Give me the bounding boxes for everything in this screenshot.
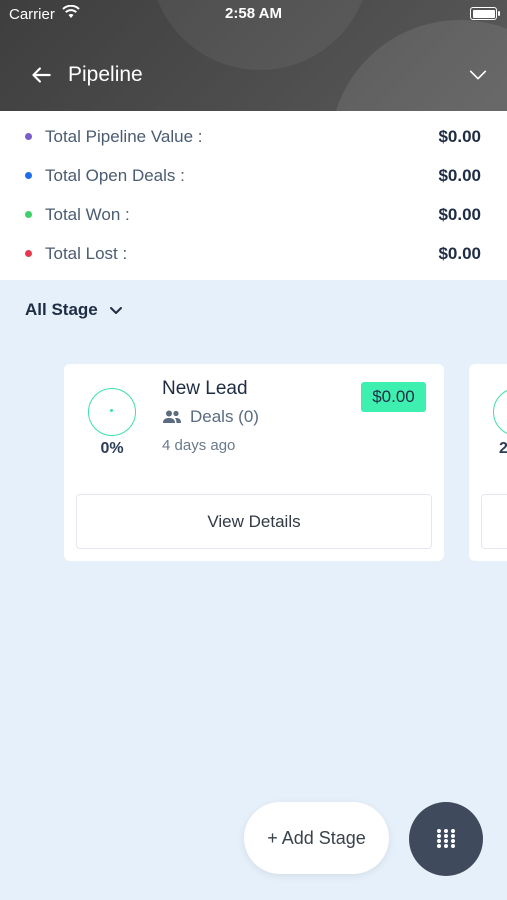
summary-row-lost: Total Lost : $0.00 (0, 239, 507, 269)
summary-row-open-deals: Total Open Deals : $0.00 (0, 161, 507, 191)
summary-value: $0.00 (438, 244, 481, 263)
pipeline-summary: Total Pipeline Value : $0.00 Total Open … (0, 111, 507, 280)
summary-row-pipeline-value: Total Pipeline Value : $0.00 (0, 122, 507, 152)
summary-row-won: Total Won : $0.00 (0, 200, 507, 230)
stage-card[interactable]: 2 (469, 364, 507, 561)
nav-bar: Pipeline (0, 50, 507, 100)
grid-icon (437, 829, 455, 848)
app-header: Carrier 2:58 AM Pipeline (0, 0, 507, 111)
summary-value: $0.00 (438, 166, 481, 185)
stage-filter-label: All Stage (25, 299, 98, 319)
status-dot (25, 133, 32, 140)
stage-amount-badge: $0.00 (361, 382, 426, 412)
summary-label: Total Open Deals : (45, 166, 185, 185)
menu-fab-button[interactable] (409, 802, 483, 876)
stage-updated: 4 days ago (162, 437, 236, 454)
battery-icon (470, 7, 500, 20)
status-dot (25, 172, 32, 179)
chevron-down-icon (110, 306, 123, 314)
deals-label: Deals (0) (190, 407, 259, 426)
stage-name: New Lead (162, 378, 248, 399)
summary-label: Total Lost : (45, 244, 128, 263)
stage-percent: 0% (100, 440, 124, 457)
chevron-down-icon[interactable] (467, 64, 489, 86)
summary-label: Total Pipeline Value : (45, 127, 203, 146)
status-time: 2:58 AM (225, 5, 282, 22)
view-details-button[interactable]: View Details (76, 494, 432, 549)
back-arrow-icon[interactable] (28, 62, 54, 88)
summary-label: Total Won : (45, 205, 130, 224)
summary-value: $0.00 (438, 127, 481, 146)
progress-ring (493, 388, 507, 436)
status-bar: Carrier 2:58 AM (0, 0, 507, 28)
summary-value: $0.00 (438, 205, 481, 224)
progress-ring (88, 388, 136, 436)
stage-card[interactable]: 0% New Lead Deals (0) 4 days ago $0.00 V… (64, 364, 444, 561)
stage-filter-dropdown[interactable]: All Stage (25, 299, 124, 325)
people-icon (163, 410, 181, 423)
add-stage-button[interactable]: + Add Stage (244, 802, 389, 874)
status-dot (25, 211, 32, 218)
status-dot (25, 250, 32, 257)
view-details-button[interactable] (481, 494, 507, 549)
stage-percent: 2 (499, 440, 507, 457)
page-title: Pipeline (68, 63, 143, 86)
